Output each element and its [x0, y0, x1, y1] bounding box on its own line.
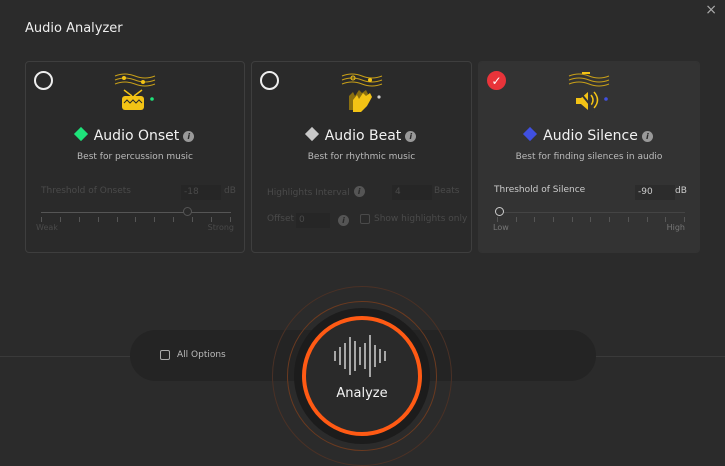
onset-slider[interactable]	[41, 212, 231, 213]
interval-text: Highlights Interval	[267, 188, 350, 198]
max-label: High	[666, 223, 685, 232]
silence-diamond-icon	[523, 126, 538, 142]
window-title: Audio Analyzer	[25, 21, 123, 36]
threshold-spinner[interactable]: -18	[181, 185, 221, 200]
unit-label: dB	[675, 186, 687, 196]
onset-diamond-icon	[73, 126, 88, 142]
max-label: Strong	[207, 223, 234, 232]
clapping-hand-icon	[341, 73, 382, 112]
silence-slider[interactable]	[497, 212, 685, 213]
info-icon[interactable]: i	[641, 131, 653, 142]
offset-spinner[interactable]: 0	[296, 213, 330, 228]
all-options-label: All Options	[177, 350, 226, 360]
close-button[interactable]: ×	[705, 2, 717, 18]
min-label: Weak	[36, 223, 58, 232]
all-options-checkbox[interactable]: All Options	[160, 350, 226, 360]
check-icon[interactable]: ✓	[487, 71, 506, 90]
slider-handle[interactable]	[495, 207, 504, 216]
info-icon[interactable]: i	[338, 215, 349, 226]
waveform-icon	[334, 335, 386, 377]
threshold-label: Threshold of Onsets	[41, 186, 131, 196]
radio-audio-onset[interactable]	[34, 71, 53, 90]
card-title: Audio Silence	[543, 128, 638, 144]
interval-spinner[interactable]: 4	[392, 185, 432, 200]
checkbox[interactable]	[160, 350, 170, 360]
slider-handle[interactable]	[183, 207, 192, 216]
show-highlights-checkbox[interactable]: Show highlights only	[360, 214, 467, 224]
drum-icon	[114, 73, 156, 110]
card-audio-onset[interactable]: Audio Onset i Best for percussion music T…	[25, 61, 245, 253]
info-icon[interactable]: i	[183, 131, 195, 142]
card-audio-beat[interactable]: Audio Beat i Best for rhythmic music High…	[251, 61, 472, 253]
unit-label: dB	[224, 186, 236, 196]
interval-unit: Beats	[434, 186, 460, 196]
card-title: Audio Onset	[93, 128, 180, 144]
interval-label: Highlights Interval i	[267, 186, 365, 198]
mute-speaker-icon	[568, 72, 610, 113]
slider-ticks	[497, 217, 685, 222]
beat-diamond-icon	[304, 126, 319, 142]
threshold-spinner[interactable]: -90	[635, 185, 675, 200]
show-highlights-label: Show highlights only	[374, 214, 468, 224]
card-description: Best for rhythmic music	[307, 152, 416, 162]
card-description: Best for finding silences in audio	[515, 152, 663, 162]
radio-audio-beat[interactable]	[260, 71, 279, 90]
card-description: Best for percussion music	[77, 152, 193, 162]
info-icon[interactable]: i	[353, 186, 365, 197]
analyze-button[interactable]: Analyze	[302, 316, 422, 436]
offset-label: Offset	[267, 214, 295, 224]
min-label: Low	[493, 223, 509, 232]
analyze-label: Analyze	[336, 386, 388, 401]
slider-ticks	[41, 217, 231, 222]
card-title: Audio Beat	[324, 128, 402, 144]
checkbox[interactable]	[360, 214, 370, 224]
threshold-label: Threshold of Silence	[494, 185, 586, 195]
card-audio-silence[interactable]: ✓ Audio Silence i Best for finding silenc…	[478, 61, 700, 253]
info-icon[interactable]: i	[405, 131, 417, 142]
